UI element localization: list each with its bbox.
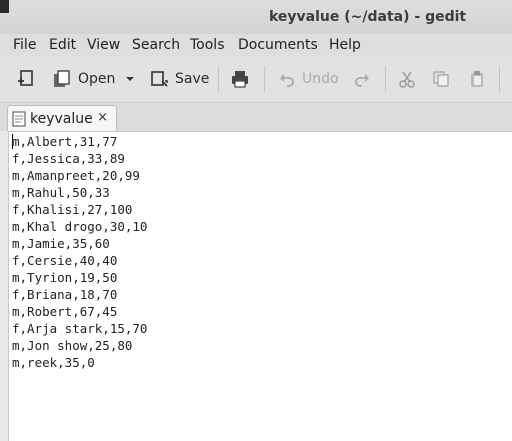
menu-view[interactable]: View <box>87 37 120 53</box>
undo-label: Undo <box>302 71 339 87</box>
menu-documents[interactable]: Documents <box>238 37 318 53</box>
menu-search[interactable]: Search <box>132 37 180 53</box>
new-document-icon <box>18 70 33 86</box>
menu-file[interactable]: File <box>13 37 36 53</box>
window-corner <box>0 0 9 13</box>
menu-edit[interactable]: Edit <box>49 37 76 53</box>
open-document-icon <box>54 70 70 87</box>
toolbar-separator <box>218 66 219 92</box>
print-button[interactable] <box>230 66 250 92</box>
toolbar-separator <box>499 66 500 92</box>
window-title: keyvalue (~/data) - gedit <box>269 9 467 25</box>
open-button[interactable]: Open <box>52 66 115 92</box>
paste-icon <box>471 71 483 87</box>
scissors-icon <box>399 71 415 88</box>
editor-line: m,Jon show,25,80 <box>12 338 133 353</box>
editor-line: f,Jessica,33,89 <box>12 151 125 166</box>
document-tab-strip: keyvalue × <box>0 103 512 131</box>
editor-line: f,Arja stark,15,70 <box>12 321 148 336</box>
editor-line: m,Robert,67,45 <box>12 304 118 319</box>
toolbar-separator <box>264 66 265 92</box>
tab-keyvalue[interactable]: keyvalue × <box>7 105 117 131</box>
menu-bar: File Edit View Search Tools Documents He… <box>0 34 512 56</box>
copy-icon <box>433 71 449 87</box>
open-label: Open <box>78 71 116 87</box>
redo-button[interactable] <box>353 66 371 92</box>
paste-button[interactable] <box>468 66 486 92</box>
text-editor[interactable]: m,Albert,31,77 f,Jessica,33,89 m,Amanpre… <box>8 131 512 441</box>
save-label: Save <box>175 71 210 87</box>
undo-button[interactable]: Undo <box>278 66 339 92</box>
new-document-button[interactable] <box>16 66 36 92</box>
text-document-icon <box>12 110 26 127</box>
recent-files-dropdown[interactable] <box>124 66 136 92</box>
tab-label: keyvalue <box>30 110 93 127</box>
editor-line: m,Amanpreet,20,99 <box>12 168 140 183</box>
menu-help[interactable]: Help <box>329 37 361 53</box>
undo-icon <box>280 74 294 87</box>
editor-line: m,Rahul,50,33 <box>12 185 110 200</box>
toolbar: Open Save Undo <box>0 56 512 103</box>
save-button[interactable]: Save <box>150 66 209 92</box>
chevron-down-icon <box>126 77 134 81</box>
editor-line: m,Tyrion,19,50 <box>12 270 118 285</box>
title-bar: keyvalue (~/data) - gedit <box>0 0 512 34</box>
editor-line: m,Khal drogo,30,10 <box>12 219 148 234</box>
save-icon <box>151 71 168 87</box>
close-tab-button[interactable]: × <box>97 110 108 125</box>
toolbar-separator <box>385 66 386 92</box>
editor-line: m,Jamie,35,60 <box>12 236 110 251</box>
cut-button[interactable] <box>398 66 416 92</box>
editor-line: f,Briana,18,70 <box>12 287 118 302</box>
menu-tools[interactable]: Tools <box>190 37 225 53</box>
editor-line: f,Khalisi,27,100 <box>12 202 133 217</box>
editor-line: m,Albert,31,77 <box>12 134 118 149</box>
editor-line: f,Cersie,40,40 <box>12 253 118 268</box>
copy-button[interactable] <box>432 66 450 92</box>
printer-icon <box>232 71 248 88</box>
redo-icon <box>355 74 369 87</box>
editor-line: m,reek,35,0 <box>12 355 95 370</box>
